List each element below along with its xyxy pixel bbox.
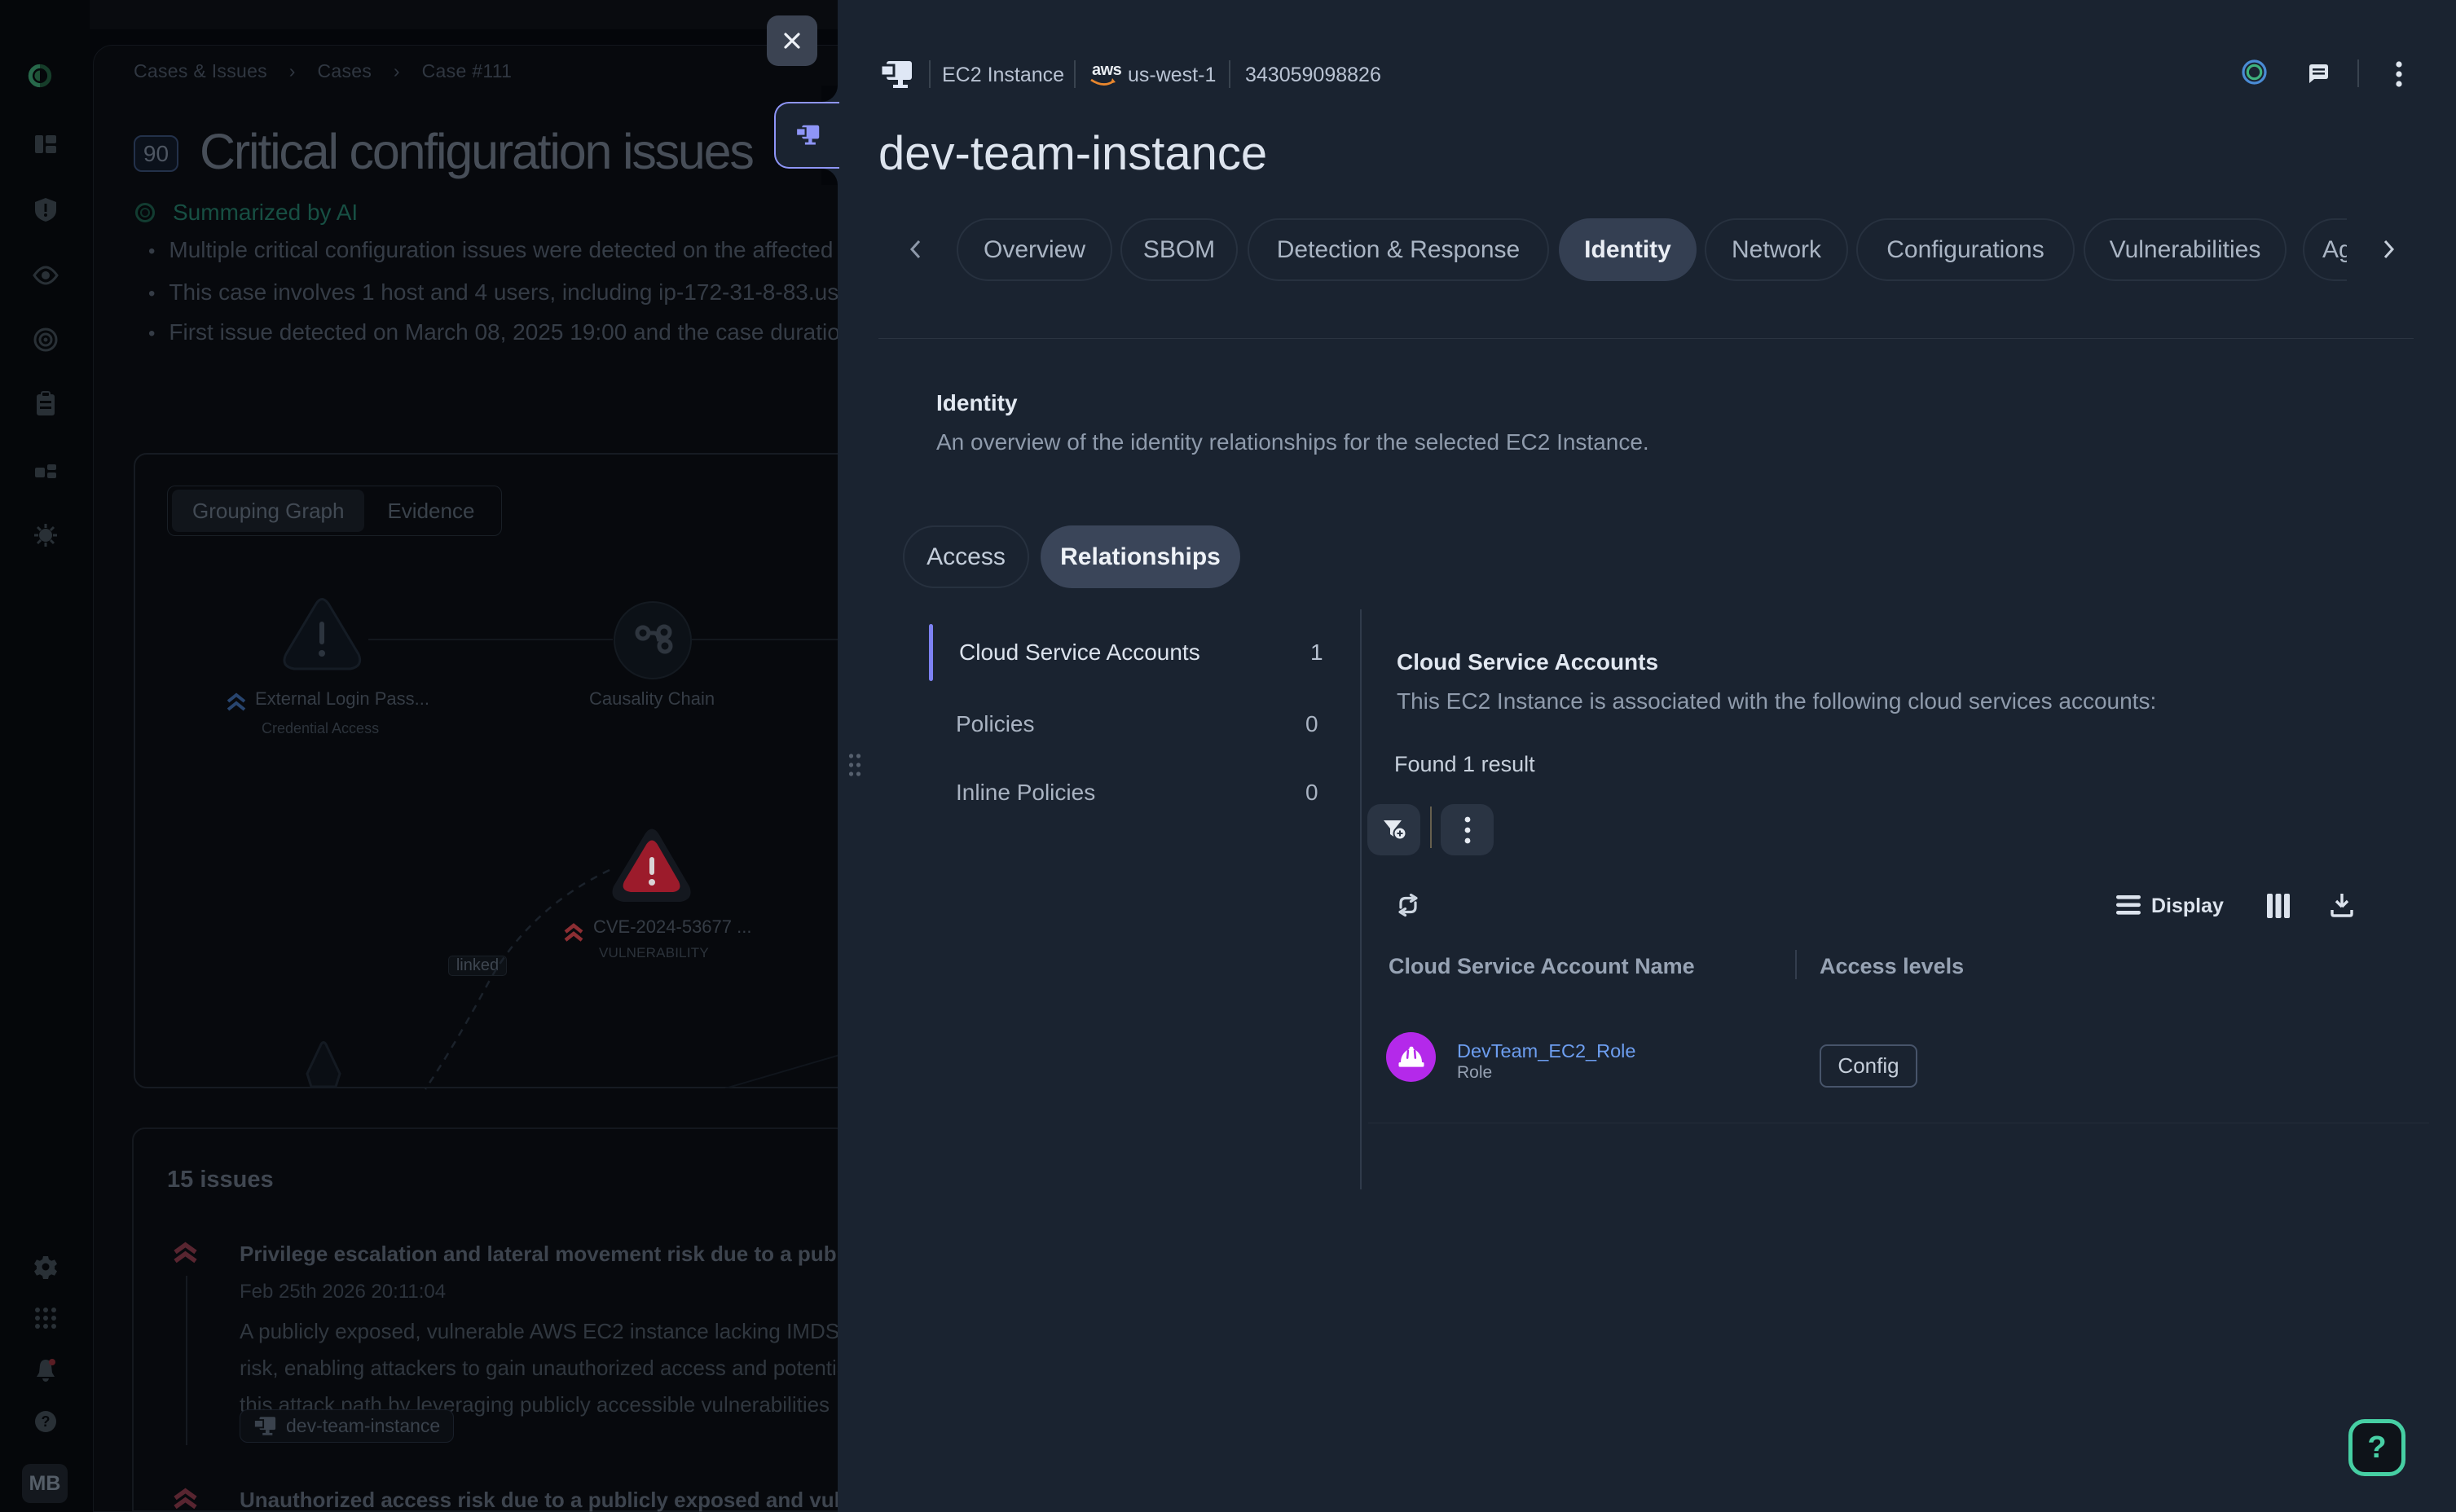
svg-text:?: ?: [42, 1413, 51, 1430]
